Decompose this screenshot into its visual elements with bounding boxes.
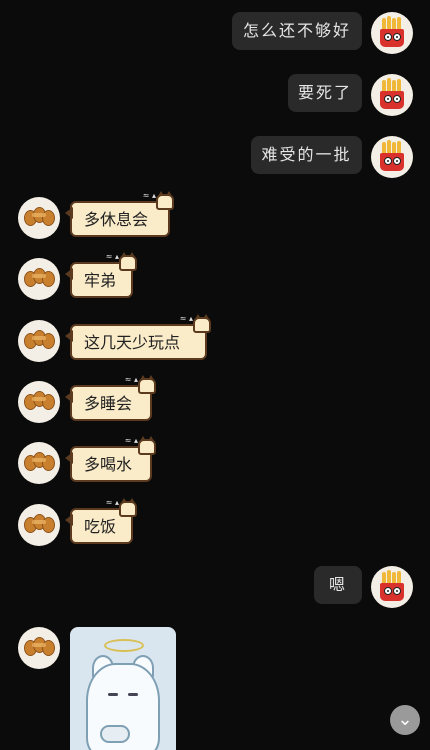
angel-dog-sticker-icon[interactable] <box>70 627 176 750</box>
message-row-incoming: ≈ ▴ 吃饭 <box>0 498 430 548</box>
message-text: 这几天少玩点 <box>84 333 181 352</box>
message-bubble[interactable]: ≈ ▴ 多喝水 <box>65 436 156 482</box>
fries-avatar-icon[interactable] <box>371 12 413 54</box>
message-bubble[interactable]: ≈ ▴ 这几天少玩点 <box>65 314 211 360</box>
fries-avatar-icon[interactable] <box>371 74 413 116</box>
message-text: 吃饭 <box>84 517 117 536</box>
croissant-avatar-icon[interactable] <box>18 320 60 362</box>
croissant-avatar-icon[interactable] <box>18 381 60 423</box>
message-text: 牢弟 <box>84 271 117 290</box>
message-row-outgoing: 嗯 <box>0 566 430 610</box>
message-row-incoming: ≈ ▴ 多休息会 <box>0 191 430 241</box>
croissant-avatar-icon[interactable] <box>18 504 60 546</box>
message-bubble[interactable]: ≈ ▴ 多睡会 <box>65 375 156 421</box>
message-bubble[interactable]: ≈ ▴ 吃饭 <box>65 498 137 544</box>
message-bubble[interactable]: ≈ ▴ 多休息会 <box>65 191 174 237</box>
croissant-avatar-icon[interactable] <box>18 627 60 669</box>
message-text: 多睡会 <box>84 394 133 413</box>
scroll-to-bottom-button[interactable]: ⌄ <box>390 705 420 735</box>
message-row-outgoing: 怎么还不够好 <box>0 12 430 56</box>
message-bubble[interactable]: ≈ ▴ 牢弟 <box>65 252 137 298</box>
message-row-outgoing: 要死了 <box>0 74 430 118</box>
fries-avatar-icon[interactable] <box>371 136 413 178</box>
message-row-incoming: ≈ ▴ 牢弟 <box>0 252 430 302</box>
message-row-outgoing: 难受的一批 <box>0 136 430 180</box>
message-row-incoming: ≈ ▴ 多喝水 <box>0 436 430 486</box>
croissant-avatar-icon[interactable] <box>18 258 60 300</box>
message-bubble[interactable]: 要死了 <box>288 74 362 112</box>
message-row-incoming: ≈ ▴ 这几天少玩点 <box>0 314 430 364</box>
chat-message-list[interactable]: 怎么还不够好 要死了 难受的一批 ≈ ▴ 多休息会 ≈ ▴ 牢弟 ≈ ▴ 这几天… <box>0 0 430 750</box>
message-text: 多休息会 <box>84 210 149 229</box>
message-bubble[interactable]: 嗯 <box>314 566 362 604</box>
croissant-avatar-icon[interactable] <box>18 197 60 239</box>
message-text: 多喝水 <box>84 455 133 474</box>
fries-avatar-icon[interactable] <box>371 566 413 608</box>
message-row-incoming: ≈ ▴ 多睡会 <box>0 375 430 425</box>
croissant-avatar-icon[interactable] <box>18 442 60 484</box>
message-bubble[interactable]: 难受的一批 <box>251 136 362 174</box>
message-bubble[interactable]: 怎么还不够好 <box>232 12 362 50</box>
chevron-down-icon: ⌄ <box>397 709 413 730</box>
